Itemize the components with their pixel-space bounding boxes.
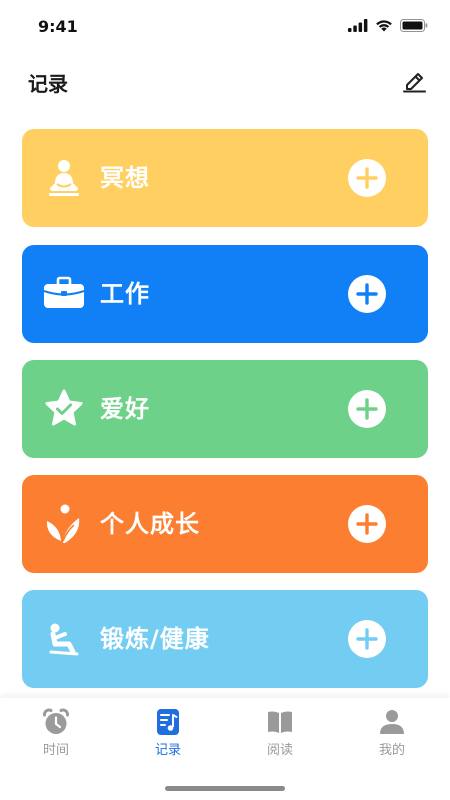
add-record-button[interactable] (348, 275, 386, 313)
home-indicator (165, 786, 285, 791)
category-card-work[interactable]: 工作 (22, 245, 428, 343)
category-card-hobby[interactable]: 爱好 (22, 360, 428, 458)
person-icon (378, 708, 406, 736)
header: 记录 (0, 60, 450, 104)
category-label: 个人成长 (100, 510, 200, 538)
book-icon (266, 708, 294, 736)
plus-icon (356, 167, 378, 189)
tab-record[interactable]: 记录 (128, 708, 208, 760)
meditation-icon (42, 156, 86, 200)
briefcase-icon (42, 272, 86, 316)
tab-time[interactable]: 时间 (16, 708, 96, 760)
category-card-meditation[interactable]: 冥想 (22, 129, 428, 227)
tab-reading[interactable]: 阅读 (240, 708, 320, 760)
tab-label: 记录 (154, 743, 181, 758)
exercise-icon (42, 617, 86, 661)
sprout-icon (42, 502, 86, 546)
status-bar: 9:41 (0, 0, 450, 50)
page-title: 记录 (28, 72, 68, 96)
signal-icon (348, 19, 368, 32)
edit-pencil-icon (403, 73, 426, 93)
edit-button[interactable] (400, 66, 428, 94)
category-card-exercise-health[interactable]: 锻炼/健康 (22, 590, 428, 688)
plus-icon (356, 283, 378, 305)
add-record-button[interactable] (348, 505, 386, 543)
tab-label: 阅读 (266, 743, 293, 758)
plus-icon (356, 628, 378, 650)
wifi-icon (376, 20, 392, 32)
status-time: 9:41 (38, 17, 78, 36)
category-label: 爱好 (100, 395, 150, 423)
battery-icon (400, 19, 428, 32)
plus-icon (356, 513, 378, 535)
category-card-personal-growth[interactable]: 个人成长 (22, 475, 428, 573)
tab-mine[interactable]: 我的 (352, 708, 432, 760)
tab-label: 我的 (378, 743, 405, 758)
plus-icon (356, 398, 378, 420)
category-label: 工作 (100, 280, 150, 308)
add-record-button[interactable] (348, 390, 386, 428)
alarm-clock-icon (42, 708, 70, 736)
status-icons (348, 19, 428, 32)
category-label: 冥想 (100, 164, 150, 192)
category-label: 锻炼/健康 (100, 625, 210, 653)
music-note-doc-icon (154, 708, 182, 736)
tab-bar: 时间 记录 阅读 我的 (0, 698, 450, 800)
add-record-button[interactable] (348, 159, 386, 197)
star-check-icon (42, 387, 86, 431)
tab-label: 时间 (42, 743, 69, 758)
add-record-button[interactable] (348, 620, 386, 658)
